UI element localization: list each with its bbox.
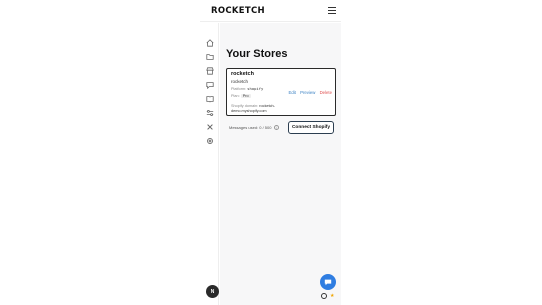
star-icon: ★ [330, 293, 335, 299]
edit-link[interactable]: Edit [288, 90, 295, 95]
top-bar: ROCKETCH [200, 0, 341, 22]
platform-line: Platform: shopify [231, 86, 263, 91]
app-window: ROCKETCH Your Stores rocketch rocketch P… [200, 0, 341, 305]
card-actions: Edit Preview Delete [285, 90, 332, 95]
gear-icon[interactable] [203, 134, 216, 147]
chat-bubble-icon[interactable] [203, 78, 216, 91]
store-card: rocketch rocketch Platform: shopify Plan… [226, 68, 336, 116]
sidebar [200, 23, 219, 305]
page-title: Your Stores [226, 48, 288, 60]
chat-icon [324, 279, 332, 286]
folder-icon[interactable] [203, 50, 216, 63]
chat-launcher-button[interactable] [320, 274, 336, 290]
store-name: rocketch [231, 71, 254, 77]
sliders-icon[interactable] [203, 106, 216, 119]
tools-icon[interactable] [203, 120, 216, 133]
store-icon[interactable] [203, 64, 216, 77]
hamburger-icon[interactable] [328, 7, 336, 14]
domain-label: Shopify domain: [231, 104, 259, 108]
plan-badge: Pro [240, 94, 251, 98]
plan-label: Plan: [231, 94, 240, 98]
info-icon[interactable]: i [273, 125, 279, 131]
usage-text: Messages used: 0 / 500 [229, 125, 272, 130]
preview-link[interactable]: Preview [300, 90, 315, 95]
zoom-icon[interactable] [321, 293, 327, 299]
book-icon[interactable] [203, 92, 216, 105]
delete-link[interactable]: Delete [320, 90, 332, 95]
connect-shopify-button[interactable]: Connect Shopify [288, 121, 334, 134]
avatar[interactable]: N [206, 285, 219, 298]
logo: ROCKETCH [211, 6, 265, 16]
platform-value: shopify [247, 86, 264, 91]
main-content: Your Stores rocketch rocketch Platform: … [220, 23, 341, 305]
platform-label: Platform: [231, 87, 247, 91]
domain-line: Shopify domain: rocketch-demo.myshopify.… [231, 104, 291, 114]
store-subtitle: rocketch [231, 79, 249, 84]
plan-line: Plan: Pro [231, 94, 251, 98]
home-icon[interactable] [203, 36, 216, 49]
message-usage: Messages used: 0 / 500 i [229, 125, 279, 131]
